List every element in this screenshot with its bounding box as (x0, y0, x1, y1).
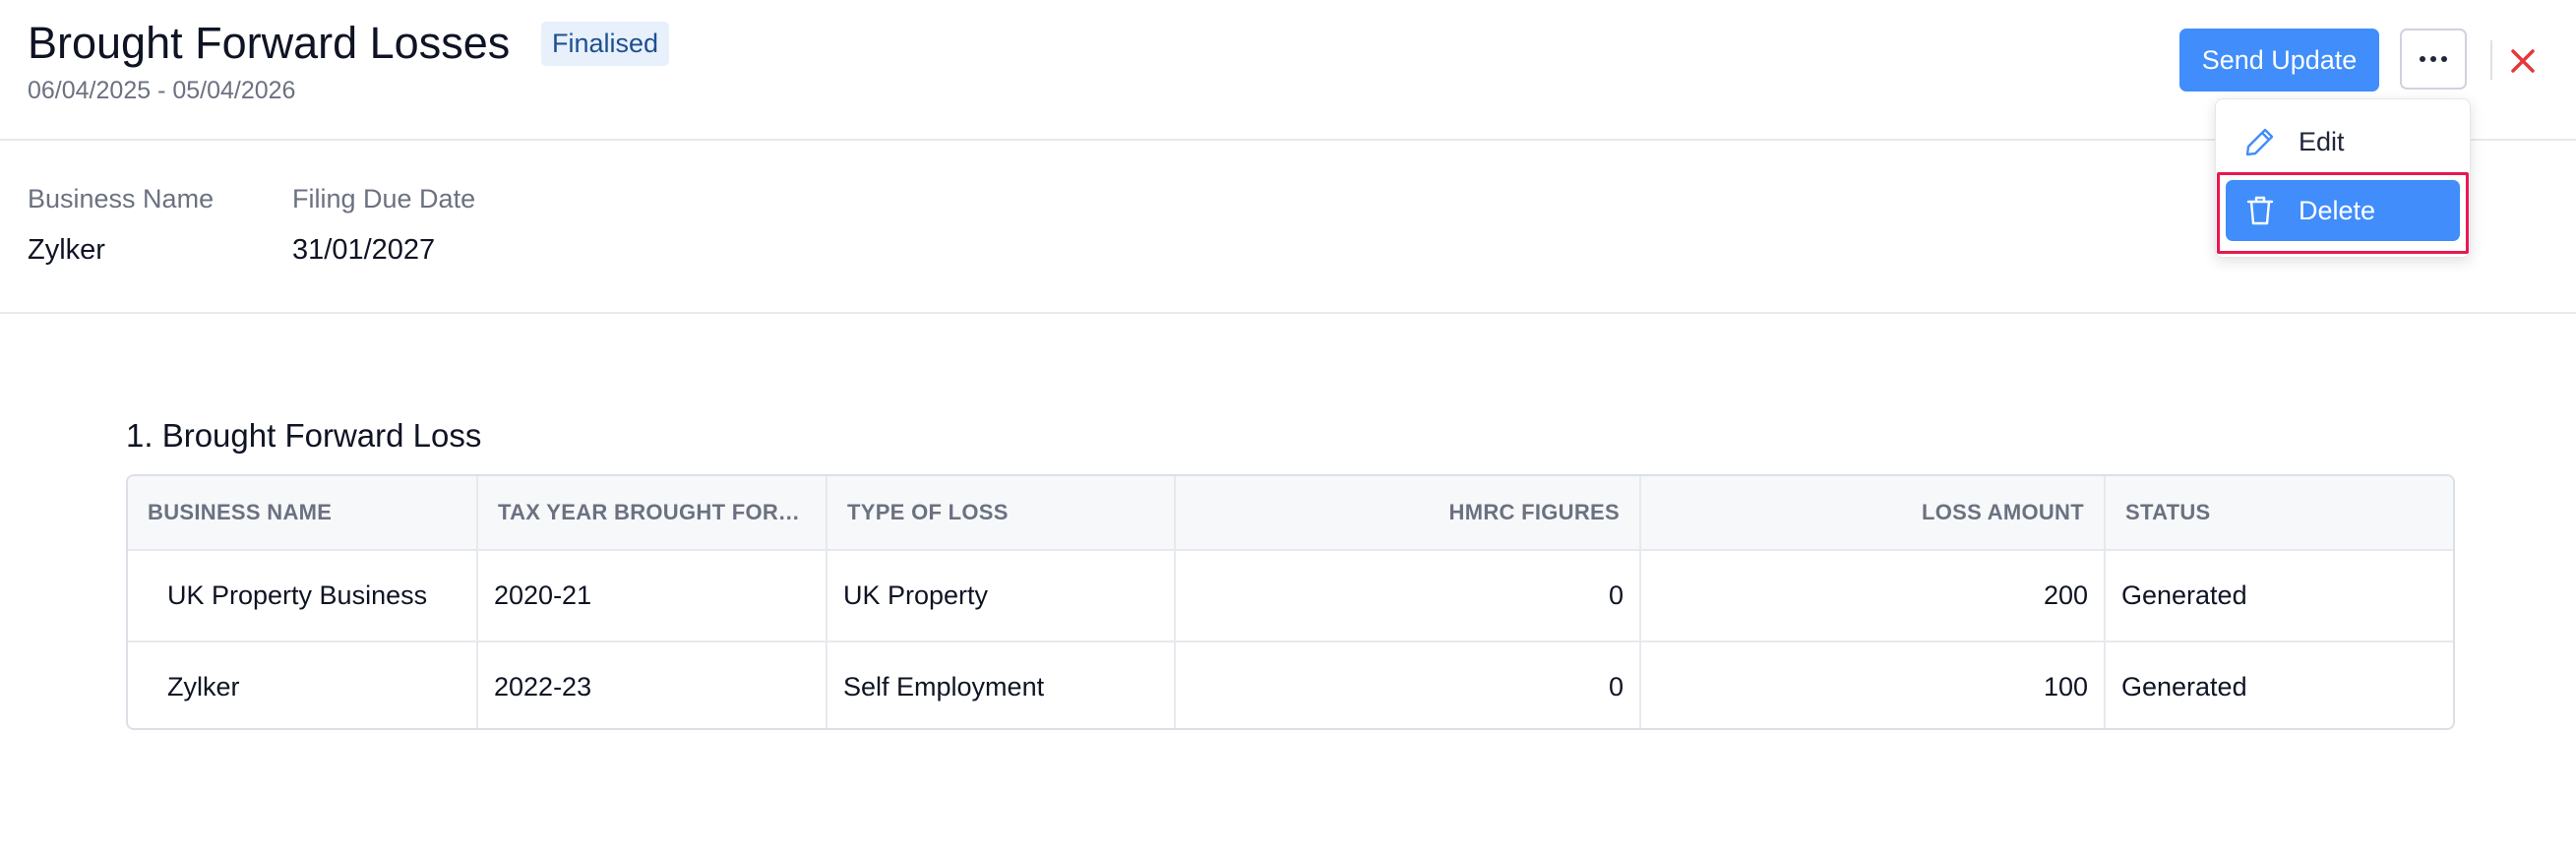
cell-hmrc-figures: 0 (1175, 641, 1641, 728)
more-horizontal-icon (2420, 56, 2447, 62)
cell-status: Generated (2121, 672, 2247, 702)
column-header-status[interactable]: STATUS (2105, 476, 2453, 551)
business-name-value: Zylker (28, 234, 105, 266)
send-update-button[interactable]: Send Update (2179, 29, 2379, 92)
details-panel: Business Name Zylker Filing Due Date 31/… (0, 141, 2576, 314)
menu-item-edit[interactable]: Edit (2226, 111, 2460, 172)
cell-hmrc-figures: 0 (1175, 550, 1641, 642)
period-range: 06/04/2025 - 05/04/2026 (28, 77, 296, 104)
cell-tax-year: 2022-23 (477, 641, 828, 728)
filing-due-date-value: 31/01/2027 (292, 234, 436, 266)
cell-type-of-loss: Self Employment (827, 641, 1176, 728)
more-options-menu: Edit Delete (2215, 98, 2471, 258)
table-row[interactable]: UK Property Business 2020-21 UK Property… (128, 550, 2453, 642)
cell-business-name: UK Property Business (128, 550, 478, 642)
business-name-label: Business Name (28, 184, 215, 214)
cell-type-of-loss: UK Property (827, 550, 1176, 642)
menu-item-edit-label: Edit (2299, 126, 2345, 156)
status-badge: Finalised (541, 22, 670, 66)
page-header: Brought Forward Losses Finalised 06/04/2… (0, 0, 2576, 141)
pencil-icon (2243, 125, 2277, 158)
cell-tax-year: 2020-21 (477, 550, 828, 642)
cell-status: Generated (2105, 550, 2453, 642)
column-header-loss-amount[interactable]: LOSS AMOUNT (1640, 476, 2106, 551)
column-header-business-name[interactable]: BUSINESS NAME (128, 476, 478, 551)
more-options-button[interactable] (2400, 29, 2467, 90)
column-header-hmrc-figures[interactable]: HMRC FIGURES (1175, 476, 1641, 551)
column-header-tax-year[interactable]: TAX YEAR BROUGHT FORW... (477, 476, 828, 551)
cell-loss-amount: 100 (1640, 641, 2106, 728)
column-header-type-of-loss[interactable]: TYPE OF LOSS (827, 476, 1176, 551)
cell-loss-amount: 200 (1640, 550, 2106, 642)
trash-icon (2243, 194, 2277, 227)
close-icon[interactable] (2507, 45, 2539, 77)
header-divider (2490, 40, 2492, 80)
menu-item-delete-label: Delete (2299, 195, 2376, 225)
cell-business-name: Zylker (128, 641, 478, 728)
page-title: Brought Forward Losses (28, 18, 511, 68)
section-title: 1. Brought Forward Loss (126, 417, 482, 454)
table-header-row: BUSINESS NAME TAX YEAR BROUGHT FORW... T… (128, 476, 2453, 551)
table-row[interactable]: Zylker 2022-23 Self Employment 0 100 Gen… (128, 641, 2453, 728)
menu-item-delete[interactable]: Delete (2226, 180, 2460, 241)
losses-table: BUSINESS NAME TAX YEAR BROUGHT FORW... T… (126, 474, 2455, 730)
filing-due-date-label: Filing Due Date (292, 184, 476, 214)
